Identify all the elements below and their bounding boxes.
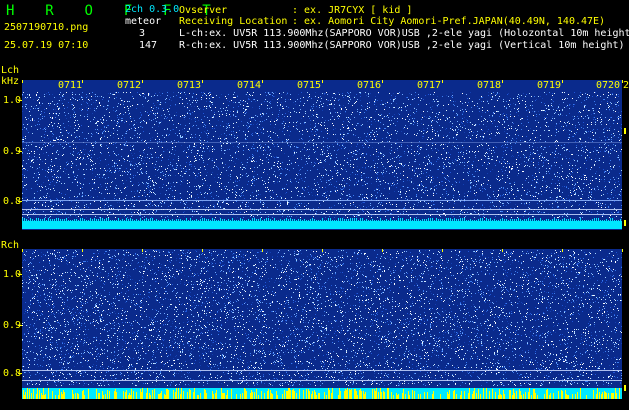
lch-label: Lch: [1, 65, 20, 76]
filename: 2507190710.png: [4, 22, 89, 33]
time-tick-label: 0713: [177, 80, 202, 91]
lch-receiver-info: L-ch:ex. UV5R 113.900Mhz(SAPPORO VOR)USB…: [179, 28, 629, 39]
rch-label: Rch: [1, 240, 20, 251]
location-label: Receiving Location: [179, 16, 288, 27]
observer-label: Ovserver: [179, 5, 228, 16]
freq-tick-label: 0.9: [3, 320, 22, 331]
display-canvas: [0, 0, 629, 410]
time-tick-label: 0717: [417, 80, 442, 91]
freq-tick-label: 0.9: [3, 146, 22, 157]
time-tick-label: 0711: [58, 80, 83, 91]
time-tick-label: 0719: [537, 80, 562, 91]
freq-tick-label: 1.0: [3, 95, 22, 106]
time-tick-label: 0720: [596, 80, 621, 91]
freq-tick-label: 1.0: [3, 269, 22, 280]
time-tick-label: 2: [623, 80, 629, 91]
rch-receiver-info: R-ch:ex. UV5R 113.900Mhz(SAPPORO VOR)USB…: [179, 40, 625, 51]
lch-meteor-count: 3: [139, 28, 146, 39]
time-tick-label: 0714: [237, 80, 262, 91]
freq-tick-label: 0.8: [3, 196, 22, 207]
time-tick-label: 0716: [357, 80, 382, 91]
freq-tick-label: 0.8: [3, 368, 22, 379]
location-value: : ex. Aomori City Aomori-Pref.JAPAN(40.4…: [292, 16, 606, 27]
meteor-label: meteor: [125, 16, 162, 27]
rch-meteor-count: 147: [139, 40, 158, 51]
observer-value: : ex. JR7CYX [ kid ]: [292, 5, 413, 16]
time-tick-label: 0712: [117, 80, 142, 91]
datetime: 25.07.19 07:10: [4, 40, 89, 51]
time-tick-label: 0715: [297, 80, 322, 91]
channel-mode: 2ch 0.3.0: [125, 4, 180, 15]
khz-label: kHz: [1, 76, 20, 87]
time-tick-label: 0718: [477, 80, 502, 91]
